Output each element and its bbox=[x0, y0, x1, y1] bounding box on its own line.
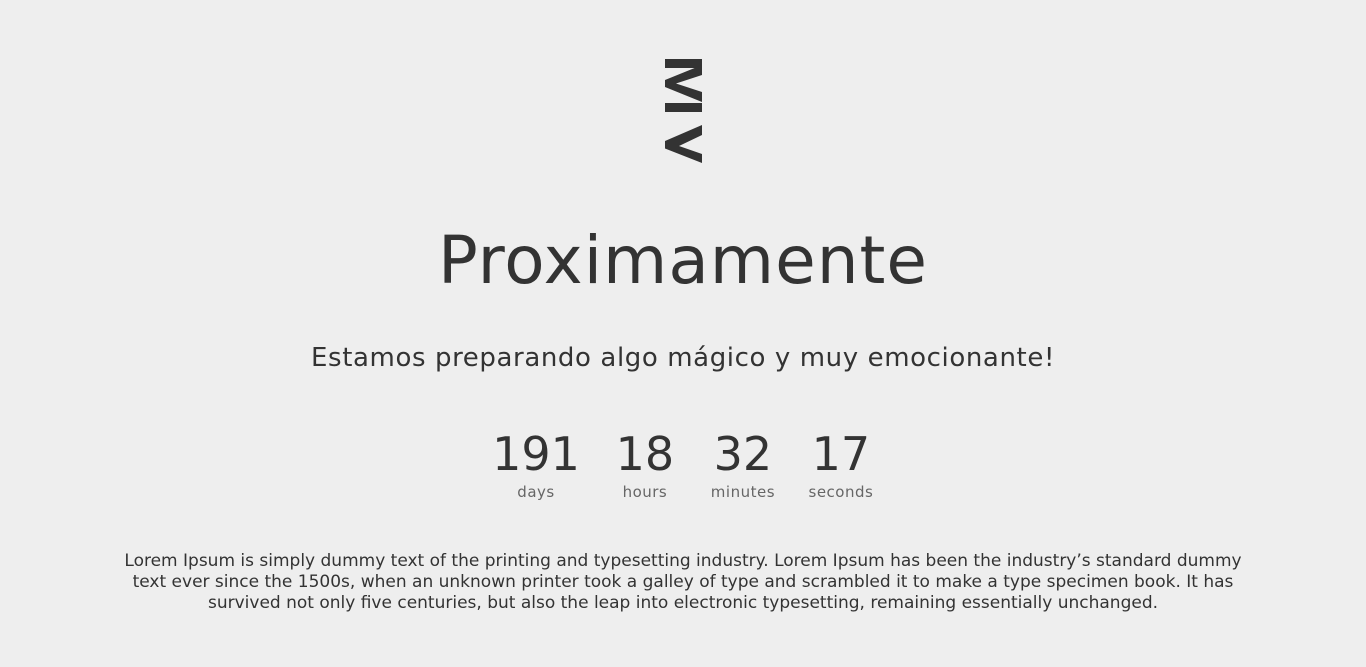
countdown-timer: 191 days 18 hours 32 minutes 17 seconds bbox=[0, 426, 1366, 502]
days-value: 191 bbox=[492, 427, 580, 481]
hours-label: hours bbox=[622, 483, 668, 501]
countdown-seconds: 17 seconds bbox=[792, 426, 890, 502]
description-text: Lorem Ipsum is simply dummy text of the … bbox=[124, 551, 1242, 613]
hours-value: 18 bbox=[615, 427, 675, 481]
coming-soon-page: Proximamente Estamos preparando algo mág… bbox=[0, 0, 1366, 667]
seconds-value: 17 bbox=[811, 427, 871, 481]
page-title: Proximamente bbox=[437, 222, 929, 299]
page-subtitle: Estamos preparando algo mágico y muy emo… bbox=[311, 343, 1055, 373]
days-label: days bbox=[517, 483, 555, 501]
minutes-label: minutes bbox=[710, 483, 776, 501]
countdown-days: 191 days bbox=[476, 426, 596, 502]
brand-logo-icon bbox=[665, 59, 702, 163]
countdown-hours: 18 hours bbox=[596, 426, 694, 502]
seconds-label: seconds bbox=[808, 483, 874, 501]
minutes-value: 32 bbox=[713, 427, 773, 481]
countdown-minutes: 32 minutes bbox=[694, 426, 792, 502]
